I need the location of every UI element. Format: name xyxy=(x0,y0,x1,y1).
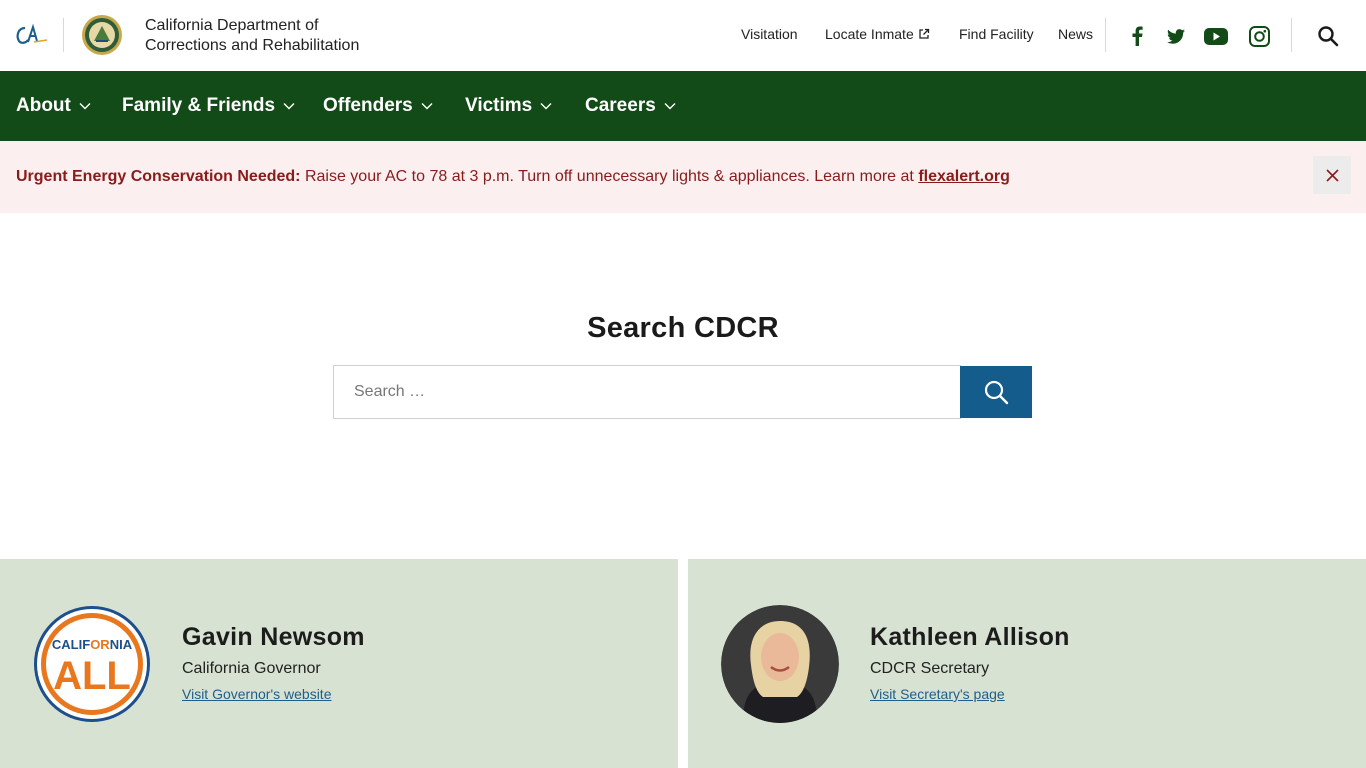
news-link[interactable]: News xyxy=(1058,26,1093,42)
search-icon[interactable] xyxy=(1317,25,1339,47)
alert-heading: Urgent Energy Conservation Needed: xyxy=(16,168,301,185)
main-navigation: About Family & Friends Offenders Victims… xyxy=(0,71,1366,141)
search-button[interactable] xyxy=(960,366,1032,418)
site-title[interactable]: California Department of Corrections and… xyxy=(145,16,359,56)
nav-victims-label: Victims xyxy=(465,95,533,116)
governor-card: CALIFORNIA ALL Gavin Newsom California G… xyxy=(0,559,678,768)
nav-careers-label: Careers xyxy=(585,95,656,116)
flexalert-link[interactable]: flexalert.org xyxy=(918,168,1010,185)
alert-close-button[interactable] xyxy=(1313,156,1351,194)
badge-line1-a: CALIF xyxy=(52,637,90,652)
badge-line2: ALL xyxy=(53,654,131,698)
nav-careers[interactable]: Careers xyxy=(585,95,676,117)
chevron-down-icon xyxy=(540,103,552,110)
nav-offenders-label: Offenders xyxy=(323,95,413,116)
site-title-line2: Corrections and Rehabilitation xyxy=(145,37,360,54)
ca-gov-logo-icon[interactable] xyxy=(14,22,48,48)
search-icon xyxy=(984,380,1009,405)
secretary-name: Kathleen Allison xyxy=(870,623,1070,651)
nav-about-label: About xyxy=(16,95,71,116)
visitation-link[interactable]: Visitation xyxy=(741,26,798,42)
external-link-icon xyxy=(919,28,929,39)
secretary-role: CDCR Secretary xyxy=(870,660,990,677)
nav-offenders[interactable]: Offenders xyxy=(323,95,433,117)
alert-message: Urgent Energy Conservation Needed: Raise… xyxy=(16,168,1010,186)
site-header: California Department of Corrections and… xyxy=(0,0,1366,71)
twitter-icon[interactable] xyxy=(1164,24,1188,48)
chevron-down-icon xyxy=(664,103,676,110)
youtube-icon[interactable] xyxy=(1204,24,1228,48)
alert-body: Raise your AC to 78 at 3 p.m. Turn off u… xyxy=(300,168,919,185)
site-title-line1: California Department of xyxy=(145,17,319,34)
chevron-down-icon xyxy=(421,103,433,110)
secretary-page-link[interactable]: Visit Secretary's page xyxy=(870,686,1005,702)
governor-website-link[interactable]: Visit Governor's website xyxy=(182,686,331,702)
governor-role: California Governor xyxy=(182,660,321,677)
locate-inmate-link[interactable]: Locate Inmate xyxy=(825,26,930,42)
california-for-all-logo-icon: CALIFORNIA ALL xyxy=(34,606,150,722)
governor-name: Gavin Newsom xyxy=(182,623,365,651)
nav-about[interactable]: About xyxy=(16,95,91,117)
chevron-down-icon xyxy=(283,103,295,110)
find-facility-link[interactable]: Find Facility xyxy=(959,26,1034,42)
locate-inmate-label: Locate Inmate xyxy=(825,26,914,42)
badge-line1: CALIFORNIA xyxy=(52,637,133,652)
badge-line1-b: OR xyxy=(90,637,110,652)
close-icon xyxy=(1325,168,1339,182)
page-title: Search CDCR xyxy=(587,312,779,344)
header-divider xyxy=(1105,18,1106,52)
secretary-photo-avatar xyxy=(721,605,839,723)
search-input[interactable] xyxy=(333,365,961,419)
cdcr-seal-icon[interactable] xyxy=(81,14,123,56)
header-divider xyxy=(1291,18,1292,52)
alert-banner: Urgent Energy Conservation Needed: Raise… xyxy=(0,141,1366,213)
facebook-icon[interactable] xyxy=(1125,24,1149,48)
nav-victims[interactable]: Victims xyxy=(465,95,552,117)
badge-line1-c: NIA xyxy=(110,637,133,652)
chevron-down-icon xyxy=(79,103,91,110)
nav-family-friends-label: Family & Friends xyxy=(122,95,276,116)
header-divider xyxy=(63,18,64,52)
secretary-card: Kathleen Allison CDCR Secretary Visit Se… xyxy=(688,559,1366,768)
nav-family-friends[interactable]: Family & Friends xyxy=(122,95,295,117)
instagram-icon[interactable] xyxy=(1247,24,1271,48)
